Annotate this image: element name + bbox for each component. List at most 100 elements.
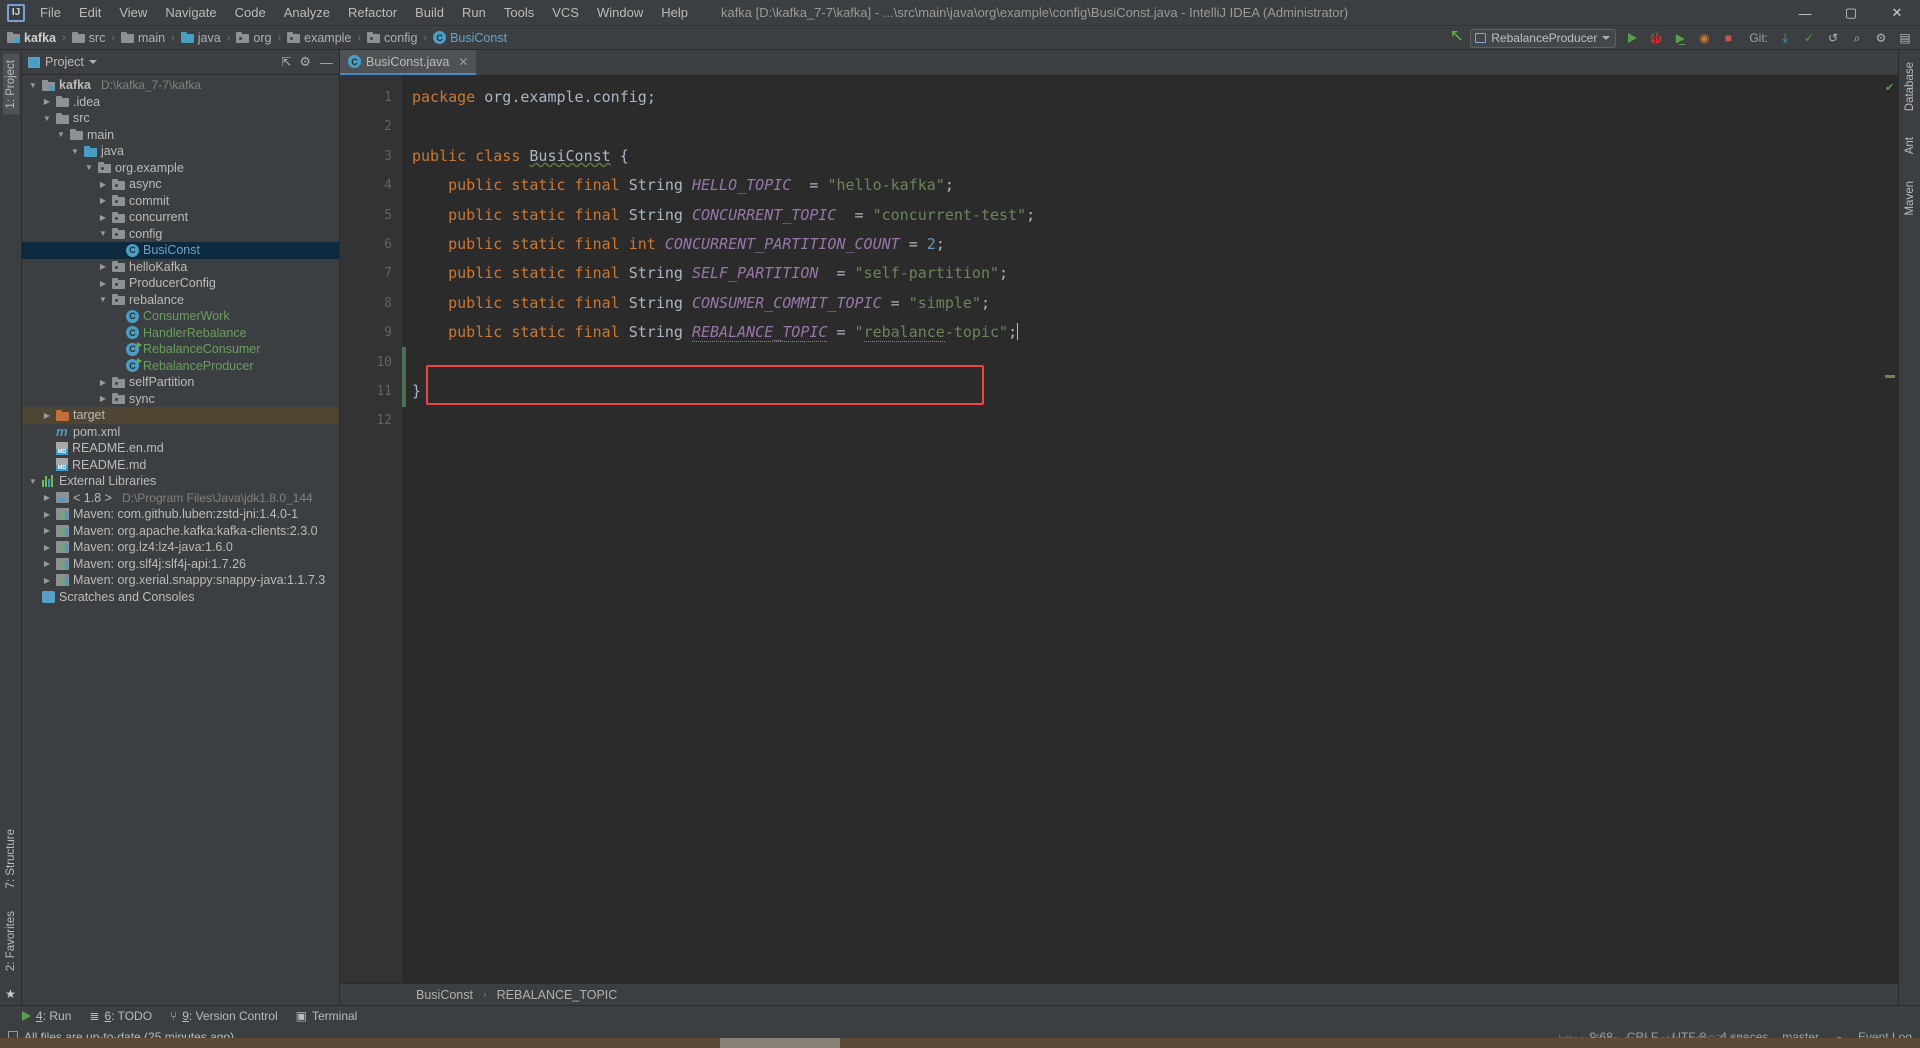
breadcrumb-item-example[interactable]: example xyxy=(285,30,353,46)
search-everywhere-icon[interactable]: ⌕ xyxy=(1846,28,1868,48)
breadcrumb-item-main[interactable]: main xyxy=(119,30,167,46)
menu-navigate[interactable]: Navigate xyxy=(156,1,225,24)
tree-twisty[interactable] xyxy=(42,543,52,552)
tree-node-scratches-and-consoles[interactable]: Scratches and Consoles xyxy=(22,589,339,606)
git-commit-icon[interactable]: ✓ xyxy=(1798,28,1820,48)
menu-build[interactable]: Build xyxy=(406,1,453,24)
tree-node-kafka[interactable]: kafka D:\kafka_7-7\kafka xyxy=(22,77,339,94)
breadcrumb-item-busiconst[interactable]: C BusiConst xyxy=(431,30,509,46)
code-line[interactable] xyxy=(402,406,1882,435)
tree-node-maven-org-lz4-lz4-java-1-6-0[interactable]: Maven: org.lz4:lz4-java:1.6.0 xyxy=(22,539,339,556)
menu-tools[interactable]: Tools xyxy=(495,1,543,24)
menu-vcs[interactable]: VCS xyxy=(543,1,588,24)
tree-twisty[interactable] xyxy=(98,295,108,304)
collapse-all-icon[interactable]: ⇱ xyxy=(281,55,291,69)
tree-twisty[interactable] xyxy=(42,576,52,585)
tree-twisty[interactable] xyxy=(98,262,108,271)
menu-analyze[interactable]: Analyze xyxy=(275,1,339,24)
code-line[interactable]: public static final String CONCURRENT_TO… xyxy=(402,201,1882,230)
tree-node-config[interactable]: config xyxy=(22,226,339,243)
tree-twisty[interactable] xyxy=(84,163,94,172)
tree-twisty[interactable] xyxy=(42,411,52,420)
tree-node-producerconfig[interactable]: ProducerConfig xyxy=(22,275,339,292)
tree-node-selfpartition[interactable]: selfPartition xyxy=(22,374,339,391)
line-number-gutter[interactable]: 1 2 3 4 5 6 7 8 9 10 11 12 xyxy=(340,75,424,983)
tree-twisty[interactable] xyxy=(98,213,108,222)
breadcrumb-item-kafka[interactable]: kafka xyxy=(5,30,58,46)
minimize-button[interactable]: — xyxy=(1782,0,1828,26)
tool-window-version-control[interactable]: ⑂ 9: Version Control xyxy=(170,1009,278,1023)
tree-twisty[interactable] xyxy=(42,114,52,123)
code-line[interactable] xyxy=(402,348,1882,377)
tree-twisty[interactable] xyxy=(98,378,108,387)
tree-node-rebalanceconsumer[interactable]: C RebalanceConsumer xyxy=(22,341,339,358)
breadcrumb-item-org[interactable]: org xyxy=(234,30,273,46)
sidebar-tab-database[interactable]: Database xyxy=(1902,56,1918,117)
tool-window-run[interactable]: 4: Run xyxy=(22,1009,71,1023)
tab-busiconst-java[interactable]: C BusiConst.java ✕ xyxy=(340,50,477,75)
breadcrumb-item-java[interactable]: java xyxy=(179,30,223,46)
close-button[interactable]: ✕ xyxy=(1874,0,1920,26)
breadcrumb-item-config[interactable]: config xyxy=(365,30,419,46)
tree-node-rebalanceproducer[interactable]: C RebalanceProducer xyxy=(22,358,339,375)
gear-icon[interactable]: ⚙ xyxy=(299,54,311,70)
code-content[interactable]: package org.example.config; public class… xyxy=(402,75,1882,983)
tree-node-idea[interactable]: .idea xyxy=(22,94,339,111)
profile-icon[interactable]: ◉ xyxy=(1693,28,1715,48)
tree-node-busiconst[interactable]: C BusiConst xyxy=(22,242,339,259)
tree-twisty[interactable] xyxy=(42,510,52,519)
code-line[interactable]: public class BusiConst { xyxy=(402,142,1882,171)
sidebar-tab-maven[interactable]: Maven xyxy=(1902,175,1918,222)
tree-node-target[interactable]: target xyxy=(22,407,339,424)
maximize-button[interactable]: ▢ xyxy=(1828,0,1874,26)
tree-twisty[interactable] xyxy=(98,196,108,205)
menu-view[interactable]: View xyxy=(110,1,156,24)
arrow-up-green-icon[interactable] xyxy=(1446,28,1468,48)
tree-node-consumerwork[interactable]: C ConsumerWork xyxy=(22,308,339,325)
tree-node-commit[interactable]: commit xyxy=(22,193,339,210)
tree-twisty[interactable] xyxy=(42,559,52,568)
tree-twisty[interactable] xyxy=(98,180,108,189)
run-with-coverage-icon[interactable]: ▶̲ xyxy=(1669,28,1691,48)
tree-node-hellokafka[interactable]: helloKafka xyxy=(22,259,339,276)
run-configuration-selector[interactable]: RebalanceProducer xyxy=(1470,28,1617,48)
hide-icon[interactable]: — xyxy=(320,55,333,70)
git-rollback-icon[interactable]: ↺ xyxy=(1822,28,1844,48)
project-panel-title-group[interactable]: Project xyxy=(28,55,97,69)
tree-node-external-libraries[interactable]: External Libraries xyxy=(22,473,339,490)
code-line[interactable]: package org.example.config; xyxy=(402,83,1882,112)
sidebar-tab-favorites[interactable]: 2: Favorites xyxy=(3,905,19,977)
tree-node-async[interactable]: async xyxy=(22,176,339,193)
stripe-mark[interactable] xyxy=(1885,375,1895,378)
menu-window[interactable]: Window xyxy=(588,1,652,24)
tree-node-concurrent[interactable]: concurrent xyxy=(22,209,339,226)
stop-icon[interactable]: ■ xyxy=(1717,28,1739,48)
tree-twisty[interactable] xyxy=(42,493,52,502)
code-line[interactable] xyxy=(402,112,1882,141)
sidebar-tab-project[interactable]: 1: Project xyxy=(2,54,19,115)
code-line[interactable]: public static final String REBALANCE_TOP… xyxy=(402,318,1882,347)
run-icon[interactable] xyxy=(1621,28,1643,48)
layout-icon[interactable]: ▤ xyxy=(1894,28,1916,48)
tree-node-maven-org-xerial-snappy-snappy-java-1-1-7-3[interactable]: Maven: org.xerial.snappy:snappy-java:1.1… xyxy=(22,572,339,589)
menu-run[interactable]: Run xyxy=(453,1,495,24)
debug-icon[interactable]: 🐞 xyxy=(1645,28,1667,48)
menu-help[interactable]: Help xyxy=(652,1,697,24)
tree-node-maven-org-apache-kafka-kafka-clients-2-3-0[interactable]: Maven: org.apache.kafka:kafka-clients:2.… xyxy=(22,523,339,540)
tree-twisty[interactable] xyxy=(56,130,66,139)
tree-node-src[interactable]: src xyxy=(22,110,339,127)
menu-edit[interactable]: Edit xyxy=(70,1,110,24)
tree-node-readme-md[interactable]: README.md xyxy=(22,457,339,474)
tree-twisty[interactable] xyxy=(70,147,80,156)
tree-node-java[interactable]: java xyxy=(22,143,339,160)
git-update-icon[interactable]: ⤓ xyxy=(1774,28,1796,48)
code-line[interactable]: } xyxy=(402,377,1882,406)
tool-window-terminal[interactable]: ▣ Terminal xyxy=(296,1009,358,1023)
breadcrumb-item-src[interactable]: src xyxy=(70,30,108,46)
tree-node-rebalance[interactable]: rebalance xyxy=(22,292,339,309)
tree-twisty[interactable] xyxy=(28,477,38,486)
tree-node-maven-com-github-luben-zstd-jni-1-4-0-1[interactable]: Maven: com.github.luben:zstd-jni:1.4.0-1 xyxy=(22,506,339,523)
favorites-star-icon[interactable]: ★ xyxy=(5,987,16,1001)
tree-node-pom-xml[interactable]: m pom.xml xyxy=(22,424,339,441)
tree-node-1-8[interactable]: < 1.8 > D:\Program Files\Java\jdk1.8.0_14… xyxy=(22,490,339,507)
